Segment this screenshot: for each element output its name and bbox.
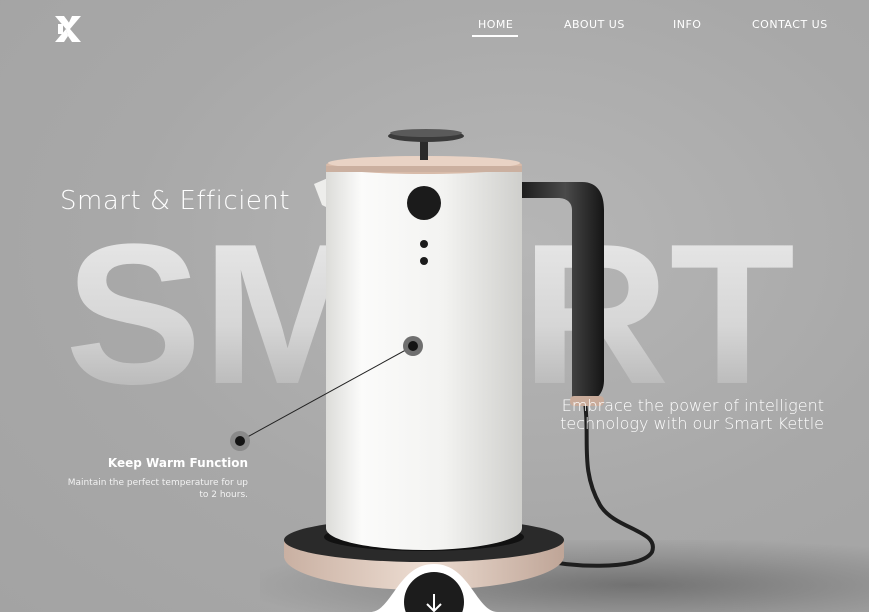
hero-description: Embrace the power of intelligent technol… xyxy=(560,396,824,433)
feature-title: Keep Warm Function xyxy=(107,456,248,470)
feature-description: Maintain the perfect temperature for up … xyxy=(67,478,248,500)
smart-kettle-image xyxy=(230,129,655,590)
arrow-down-icon xyxy=(426,594,442,612)
hero-section: SMART HOME ABOUT US INFO CONTACT US Smar… xyxy=(0,0,869,612)
